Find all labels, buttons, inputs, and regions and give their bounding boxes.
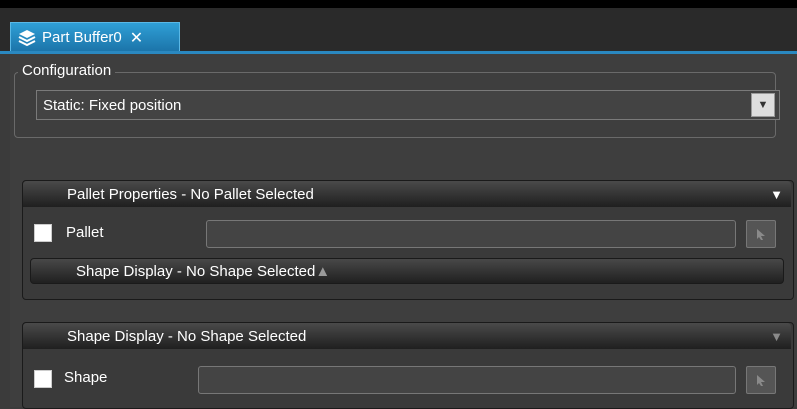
pallet-field[interactable] xyxy=(206,220,736,248)
cursor-pick-icon xyxy=(757,375,765,386)
configuration-dropdown[interactable]: Static: Fixed position ▼ xyxy=(36,90,780,120)
shape-checkbox[interactable] xyxy=(34,370,52,388)
shape-field[interactable] xyxy=(198,366,736,394)
window-top-strip xyxy=(0,0,797,8)
pallet-shape-display-header[interactable]: Shape Display - No Shape Selected ▲ xyxy=(30,258,784,284)
cursor-pick-icon xyxy=(757,229,765,240)
configuration-selected-value: Static: Fixed position xyxy=(43,96,182,114)
shape-display-header[interactable]: Shape Display - No Shape Selected ▼ xyxy=(23,323,791,349)
close-icon[interactable]: ✕ xyxy=(130,28,143,48)
expand-arrow-icon[interactable]: ▲ xyxy=(315,263,330,280)
configuration-legend: Configuration xyxy=(18,62,116,79)
collapse-arrow-icon[interactable]: ▼ xyxy=(770,329,783,344)
pallet-shape-display-title: Shape Display - No Shape Selected xyxy=(76,262,316,280)
shape-display-title: Shape Display - No Shape Selected xyxy=(67,327,307,345)
pallet-label: Pallet xyxy=(66,224,104,241)
pallet-select-button[interactable] xyxy=(746,220,776,248)
tab-title: Part Buffer0 xyxy=(42,29,122,46)
tab-part-buffer[interactable]: Part Buffer0 ✕ xyxy=(10,22,180,52)
pallet-checkbox[interactable] xyxy=(34,224,52,242)
tab-bar: Part Buffer0 ✕ xyxy=(0,8,797,52)
chevron-down-icon[interactable]: ▼ xyxy=(751,93,775,117)
collapse-arrow-icon[interactable]: ▼ xyxy=(770,187,783,202)
pallet-properties-title: Pallet Properties - No Pallet Selected xyxy=(67,185,314,203)
shape-select-button[interactable] xyxy=(746,366,776,394)
shape-label: Shape xyxy=(64,369,108,386)
layers-icon xyxy=(18,29,36,46)
pallet-properties-header[interactable]: Pallet Properties - No Pallet Selected ▼ xyxy=(23,181,791,207)
